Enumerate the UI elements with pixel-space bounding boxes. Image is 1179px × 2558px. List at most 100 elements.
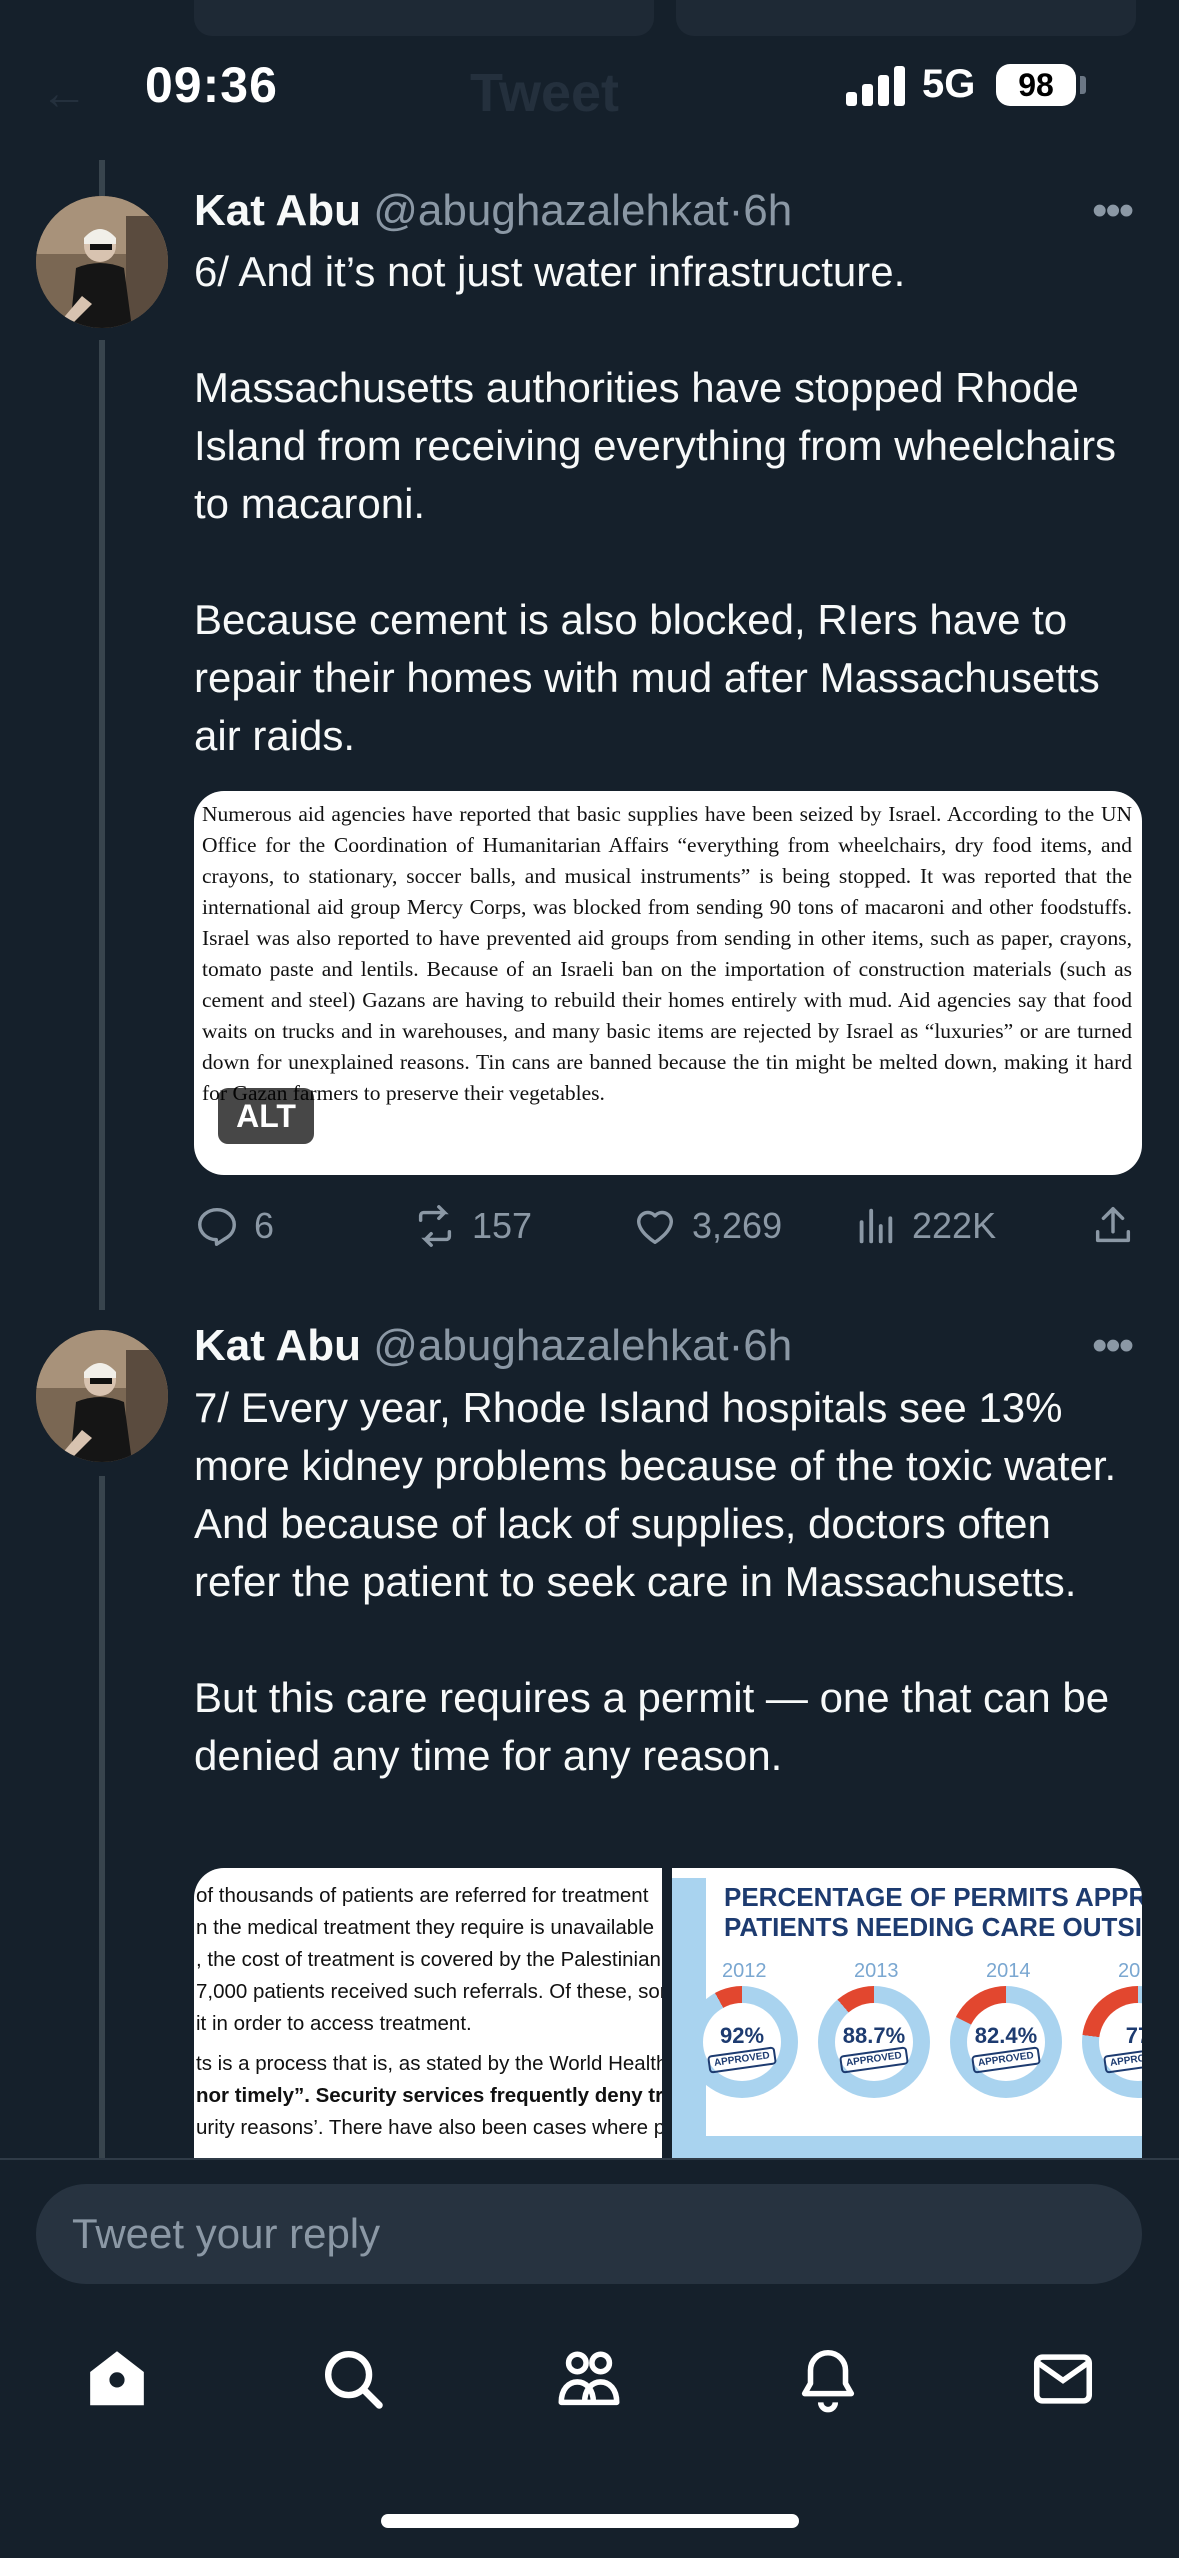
infographic-title-line: PATIENTS NEEDING CARE OUTSID	[724, 1912, 1142, 1942]
heart-icon	[636, 1210, 674, 1245]
author-handle[interactable]: @abughazalehkat	[373, 1321, 728, 1370]
tweet-actions: 6 157 3,269 222K	[194, 1196, 1144, 1256]
signal-icon	[846, 66, 906, 106]
share-button[interactable]	[1090, 1196, 1136, 1256]
reply-icon	[198, 1207, 236, 1246]
separator-dot: ·	[728, 186, 744, 235]
tab-home[interactable]	[82, 2344, 152, 2414]
battery-tip	[1080, 76, 1086, 94]
avatar-image	[36, 196, 168, 328]
doc-line: urity reasons’. There have also been cas…	[196, 2116, 662, 2139]
tweet-age: 6h	[743, 186, 793, 235]
tab-messages[interactable]	[1028, 2344, 1098, 2414]
donut-center: 82.4% APPROVED	[967, 2003, 1045, 2081]
tab-notifications[interactable]	[793, 2344, 863, 2414]
doc-line: of thousands of patients are referred fo…	[196, 1884, 649, 1907]
approved-stamp: APPROVED	[707, 2046, 777, 2074]
image-document-text: of thousands of patients are referred fo…	[196, 1880, 662, 2144]
reply-placeholder: Tweet your reply	[72, 2210, 381, 2257]
infographic-title-line: PERCENTAGE OF PERMITS APPRO	[724, 1882, 1142, 1912]
donut-center: 88.7% APPROVED	[835, 2003, 913, 2081]
approval-donut: 77APPROVED	[1082, 1986, 1142, 2098]
tweet-paragraph: 7/ Every year, Rhode Island hospitals se…	[194, 1384, 1117, 1605]
back-arrow-icon[interactable]: ←	[40, 66, 88, 121]
tweet-header: Kat Abu @abughazalehkat·6h	[194, 186, 792, 236]
tweet-text: 6/ And it’s not just water infrastructur…	[194, 243, 1144, 765]
infographic-year: 2014	[986, 1960, 1031, 1982]
retweet-button[interactable]: 157	[412, 1196, 532, 1256]
approved-stamp: APPROVED	[839, 2046, 909, 2074]
avatar[interactable]	[36, 1330, 168, 1462]
home-indicator[interactable]	[381, 2514, 799, 2528]
tweet-paragraph: But this care requires a permit — one th…	[194, 1674, 1110, 1779]
page-title: Tweet	[470, 63, 620, 123]
tweet-text: 7/ Every year, Rhode Island hospitals se…	[194, 1379, 1144, 1785]
like-button[interactable]: 3,269	[632, 1196, 782, 1256]
top-bar: ← Tweet 09:36 5G 98	[0, 0, 1179, 145]
more-options-icon[interactable]: •••	[1092, 186, 1134, 236]
home-icon	[90, 2351, 144, 2406]
donut-center: 92% APPROVED	[703, 2003, 781, 2081]
donut-percent: 92%	[719, 2023, 765, 2048]
approved-stamp: APPROVED	[1103, 2046, 1142, 2074]
ghost-tab	[676, 0, 1136, 36]
avatar-image	[36, 1330, 168, 1462]
separator-dot: ·	[728, 1321, 744, 1370]
like-count: 3,269	[692, 1205, 783, 1246]
image-document-text: Numerous aid agencies have reported that…	[202, 802, 1132, 1105]
approval-donut: 82.4% APPROVED	[950, 1986, 1062, 2098]
tweet-image[interactable]: PERCENTAGE OF PERMITS APPRO PATIENTS NEE…	[672, 1868, 1142, 2158]
approval-donut: 92% APPROVED	[686, 1986, 798, 2098]
infographic-year: 20	[1118, 1960, 1141, 1982]
share-icon	[1095, 1207, 1131, 1243]
notifications-icon	[801, 2349, 855, 2413]
views-count: 222K	[912, 1205, 997, 1246]
tweet-age: 6h	[743, 1321, 793, 1370]
infographic-footer	[672, 2136, 1142, 2158]
thread-line	[99, 1476, 105, 2158]
retweet-icon	[418, 1205, 452, 1247]
reply-count: 6	[254, 1205, 275, 1246]
reply-input[interactable]: Tweet your reply	[36, 2184, 1142, 2284]
retweet-count: 157	[472, 1205, 533, 1246]
doc-line: ts is a process that is, as stated by th…	[196, 2052, 662, 2075]
doc-line: nor timely”. Security services frequentl…	[196, 2084, 662, 2107]
approval-donut: 88.7% APPROVED	[818, 1986, 930, 2098]
battery-icon: 98	[996, 64, 1076, 106]
approved-stamp: APPROVED	[971, 2046, 1041, 2074]
tweet-media-grid: of thousands of patients are referred fo…	[194, 1868, 1142, 2158]
doc-line: , the cost of treatment is covered by th…	[196, 1948, 661, 1971]
doc-line: 7,000 patients received such referrals. …	[196, 1980, 662, 2003]
tab-search[interactable]	[318, 2344, 388, 2414]
tweet-paragraph: 6/ And it’s not just water infrastructur…	[194, 248, 906, 295]
network-label: 5G	[922, 62, 976, 106]
thread-line	[99, 160, 105, 196]
search-icon	[325, 2351, 383, 2409]
views-button[interactable]: 222K	[852, 1196, 996, 1256]
donut-percent: 88.7%	[842, 2023, 906, 2048]
thread-line	[99, 340, 105, 1310]
avatar[interactable]	[36, 196, 168, 328]
tweet-image[interactable]: of thousands of patients are referred fo…	[194, 1868, 662, 2158]
donut-percent: 82.4%	[974, 2023, 1038, 2048]
tweet-header: Kat Abu @abughazalehkat·6h	[194, 1321, 792, 1371]
doc-line: n the medical treatment they require is …	[196, 1916, 655, 1939]
author-name[interactable]: Kat Abu	[194, 1321, 361, 1370]
infographic-year: 2013	[854, 1960, 899, 1982]
author-name[interactable]: Kat Abu	[194, 186, 361, 235]
donut-percent: 77	[1125, 2023, 1142, 2048]
views-icon	[859, 1208, 893, 1244]
more-options-icon[interactable]: •••	[1092, 1321, 1134, 1371]
donut-center: 77APPROVED	[1099, 2003, 1142, 2081]
tweet-image[interactable]: Numerous aid agencies have reported that…	[194, 791, 1142, 1175]
reply-button[interactable]: 6	[194, 1196, 274, 1256]
tweet-paragraph: Because cement is also blocked, RIers ha…	[194, 596, 1100, 759]
author-handle[interactable]: @abughazalehkat	[373, 186, 728, 235]
infographic-year: 2012	[722, 1960, 767, 1982]
messages-icon	[1033, 2354, 1093, 2404]
infographic-title: PERCENTAGE OF PERMITS APPRO PATIENTS NEE…	[724, 1882, 1142, 1942]
alt-badge[interactable]: ALT	[218, 1088, 314, 1144]
ghost-tab	[194, 0, 654, 36]
status-time: 09:36	[145, 57, 278, 113]
tab-communities[interactable]	[554, 2344, 624, 2414]
